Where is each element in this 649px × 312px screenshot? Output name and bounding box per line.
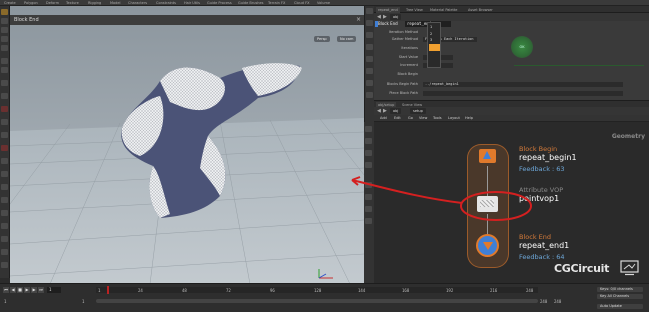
timeline-tick: 216	[490, 288, 498, 293]
timeline-tick: 24	[138, 288, 143, 293]
timeline-tick: 120	[314, 288, 322, 293]
monitor-logo-icon	[620, 260, 639, 276]
play-icon[interactable]: ▶	[24, 287, 30, 293]
current-frame-field[interactable]	[47, 287, 61, 293]
timeline-tick: 1	[98, 288, 101, 293]
timeline-bar: ⏮ ◀ ■ ▶ ▶ ⏭ 1 24 48 72 96 120 144 168 19…	[0, 283, 649, 312]
timeline-tick: 240	[526, 288, 534, 293]
range-end-label: 240	[554, 299, 562, 304]
timeline-tick: 48	[182, 288, 187, 293]
highlight-ellipse	[460, 191, 532, 221]
annotation-overlay	[351, 176, 532, 221]
timeline-cursor[interactable]	[107, 286, 109, 294]
timeline-tick: 168	[402, 288, 410, 293]
timeline-tick: 144	[358, 288, 366, 293]
auto-update-button[interactable]: Auto Update	[597, 304, 643, 309]
brand-watermark: CGCircuit	[554, 262, 610, 275]
range-start-field[interactable]: 1	[82, 299, 84, 304]
timeline-range-slider[interactable]	[96, 299, 538, 303]
timeline-tick: 96	[270, 288, 275, 293]
step-back-icon[interactable]: ◀	[10, 287, 16, 293]
jump-start-icon[interactable]: ⏮	[3, 287, 9, 293]
annotation-arrow	[351, 179, 463, 204]
range-start-label: 1	[4, 299, 7, 304]
timeline-track[interactable]: 1 24 48 72 96 120 144 168 192 216 240	[96, 287, 538, 293]
timeline-tick: 72	[226, 288, 231, 293]
keys-status-button[interactable]: Keys: 0/0 channels	[597, 287, 643, 292]
step-forward-icon[interactable]: ▶	[31, 287, 37, 293]
key-all-channels-button[interactable]: Key All Channels	[597, 294, 643, 299]
stop-icon[interactable]: ■	[17, 287, 23, 293]
timeline-tick: 192	[446, 288, 454, 293]
range-end-field[interactable]: 240	[540, 299, 547, 304]
jump-end-icon[interactable]: ⏭	[38, 287, 44, 293]
